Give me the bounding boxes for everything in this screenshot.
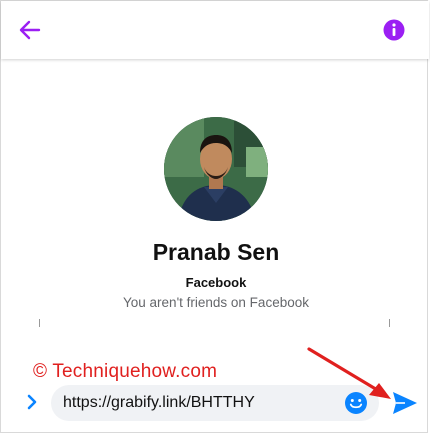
annotation-arrow-icon — [307, 347, 391, 399]
expand-actions-button[interactable] — [21, 391, 43, 413]
message-input[interactable] — [63, 385, 333, 421]
chat-window: Pranab Sen Facebook You aren't friends o… — [0, 0, 429, 433]
watermark: © Techniquehow.com — [33, 361, 218, 382]
top-bar — [1, 1, 429, 59]
avatar[interactable] — [164, 117, 268, 221]
arrow-left-icon — [19, 20, 41, 40]
info-icon — [383, 19, 405, 41]
info-button[interactable] — [382, 18, 406, 42]
divider-mark-right — [389, 319, 390, 327]
profile-name: Pranab Sen — [152, 239, 280, 265]
friend-status-text: You aren't friends on Facebook — [123, 295, 309, 310]
divider-mark-left — [39, 319, 40, 327]
back-button[interactable] — [15, 15, 45, 45]
chevron-right-icon — [27, 394, 37, 410]
profile-platform: Facebook — [185, 275, 247, 290]
